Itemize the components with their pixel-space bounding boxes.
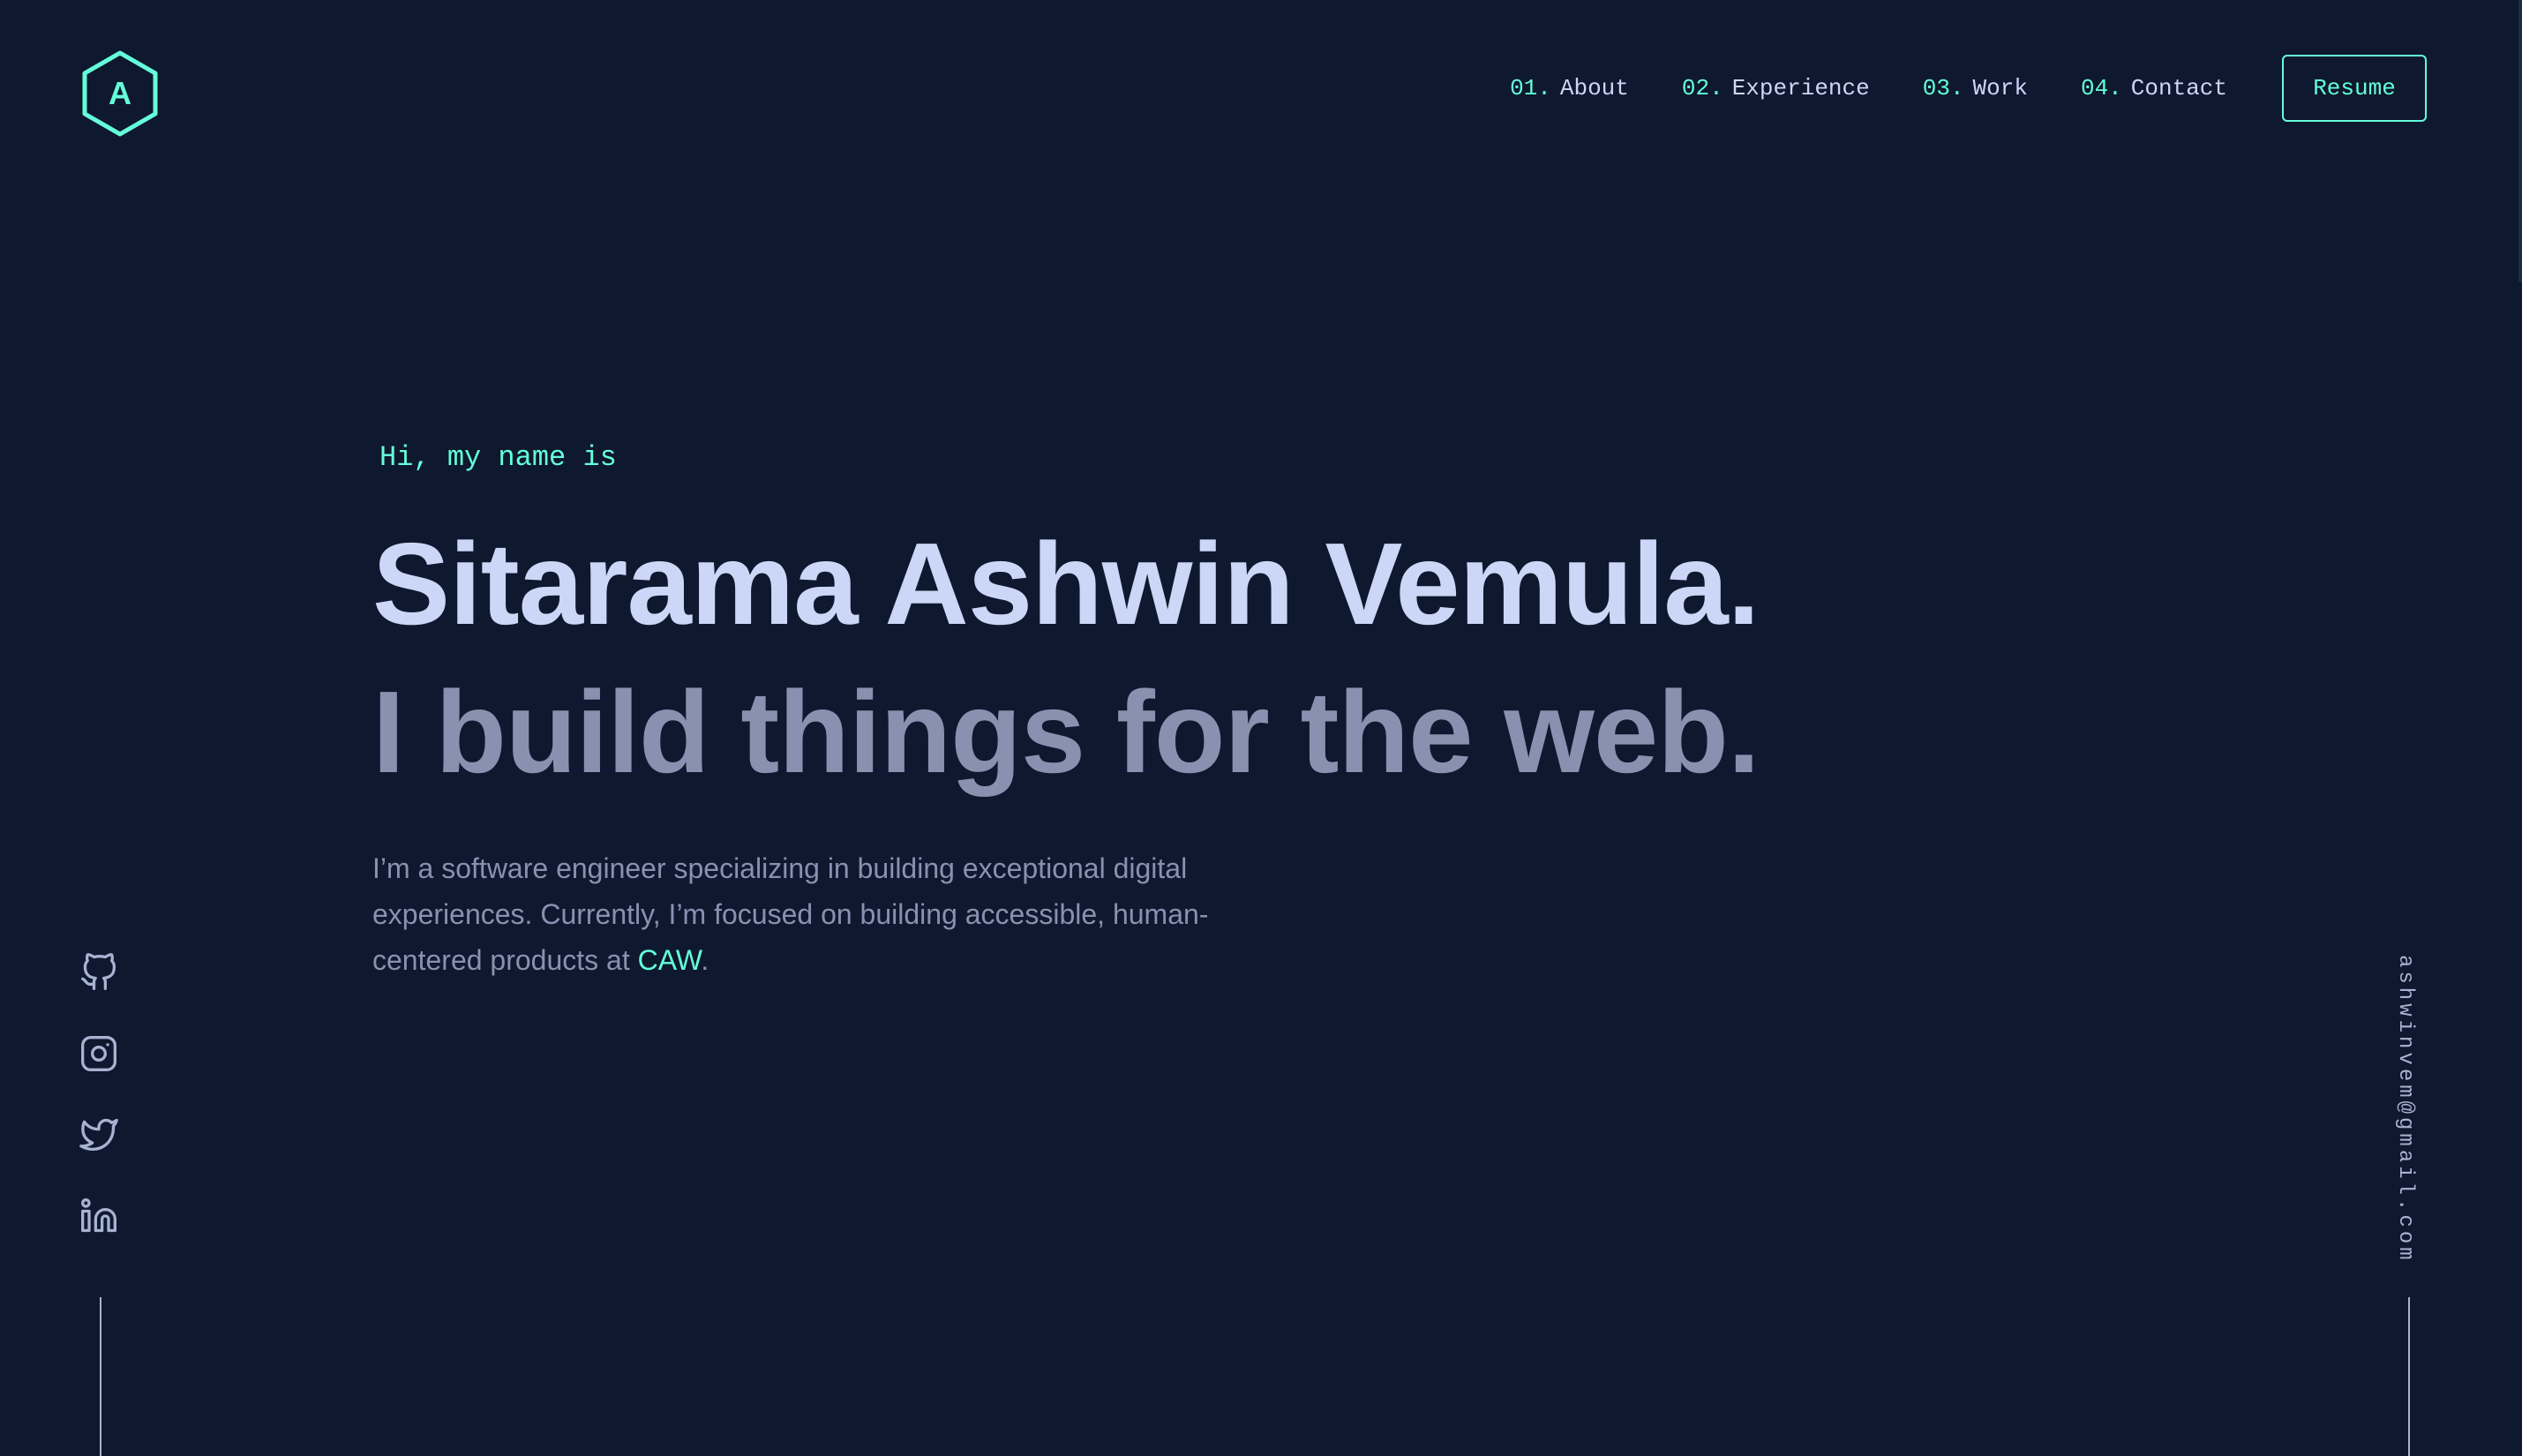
hero-greeting: Hi, my name is	[379, 441, 617, 474]
hero-tagline: I build things for the web.	[372, 667, 1760, 798]
nav-item-work[interactable]: 03. Work	[1923, 75, 2028, 101]
twitter-icon	[79, 1118, 118, 1152]
nav-label: About	[1559, 75, 1629, 101]
nav-number: 04.	[2080, 75, 2122, 101]
nav-label: Contact	[2130, 75, 2227, 101]
instagram-icon	[81, 1036, 116, 1071]
nav-number: 01.	[1510, 75, 1551, 101]
left-vertical-line	[100, 1297, 101, 1456]
instagram-link[interactable]	[79, 1034, 118, 1073]
hexagon-logo-icon: A	[82, 50, 158, 137]
linkedin-icon	[81, 1198, 116, 1233]
social-links	[79, 953, 122, 1278]
twitter-link[interactable]	[79, 1115, 118, 1154]
nav-label: Work	[1972, 75, 2028, 101]
hero-bio-end: .	[701, 944, 709, 977]
hero-bio: I’m a software engineer specializing in …	[372, 845, 1308, 983]
main-nav: 01. About 02. Experience 03. Work 04. Contac…	[1510, 53, 2427, 124]
hero-section: Hi, my name is Sitarama Ashwin Vemula. I…	[372, 441, 1873, 983]
nav-item-contact[interactable]: 04. Contact	[2081, 75, 2227, 101]
right-vertical-line	[2408, 1297, 2410, 1456]
nav-number: 03.	[1922, 75, 1964, 101]
logo-letter: A	[109, 75, 131, 111]
nav-label: Experience	[1731, 75, 1870, 101]
github-link[interactable]	[79, 953, 118, 992]
scrollbar-thumb[interactable]	[2518, 0, 2522, 282]
hero-name: Sitarama Ashwin Vemula.	[372, 519, 1760, 649]
company-link[interactable]: CAW	[638, 944, 702, 976]
nav-number: 02.	[1681, 75, 1723, 101]
resume-button[interactable]: Resume	[2282, 55, 2427, 122]
email-link[interactable]: ashwinvem@gmail.com	[2393, 955, 2417, 1264]
nav-item-about[interactable]: 01. About	[1510, 75, 1629, 101]
nav-item-experience[interactable]: 02. Experience	[1682, 75, 1870, 101]
github-icon	[81, 953, 116, 990]
hero-bio-text: I’m a software engineer specializing in …	[372, 852, 1209, 977]
linkedin-link[interactable]	[79, 1197, 118, 1235]
logo-hexagon[interactable]: A	[79, 49, 161, 138]
